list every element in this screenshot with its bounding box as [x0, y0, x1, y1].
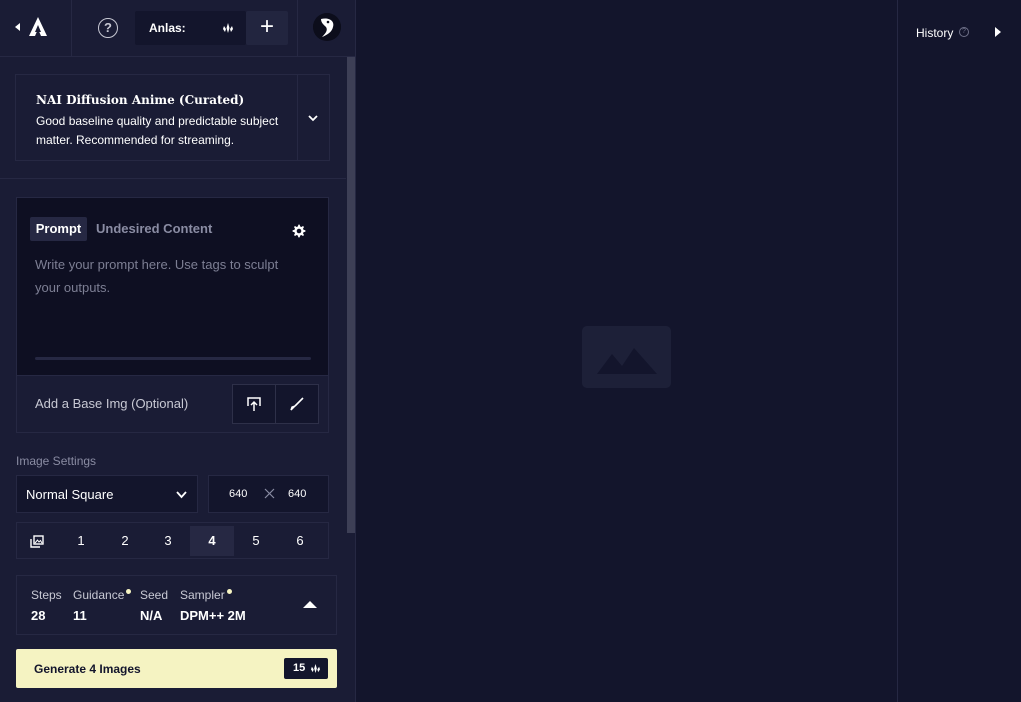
- image-count-selector: 1 2 3 4 5 6: [16, 522, 329, 559]
- count-option-2[interactable]: 2: [103, 526, 147, 556]
- upload-base-image-button[interactable]: [233, 385, 276, 423]
- size-preset-select[interactable]: Normal Square: [16, 475, 198, 513]
- anlas-gem-icon: [311, 664, 320, 673]
- prompt-underline: [35, 357, 311, 360]
- divider: [297, 75, 298, 160]
- history-panel: History ?: [897, 0, 1021, 702]
- guidance-label: Guidance: [73, 588, 125, 602]
- model-description: Good baseline quality and predictable su…: [36, 114, 279, 147]
- image-placeholder-icon: [582, 326, 671, 388]
- chevron-down-icon: [176, 491, 187, 499]
- help-icon[interactable]: ?: [98, 18, 118, 38]
- count-option-4[interactable]: 4: [190, 526, 234, 556]
- avatar[interactable]: [313, 13, 341, 41]
- tab-undesired-content[interactable]: Undesired Content: [96, 221, 212, 236]
- generate-cost-badge: 15: [284, 658, 328, 679]
- caret-up-icon[interactable]: [303, 601, 317, 608]
- anlas-display: Anlas:: [135, 11, 246, 45]
- prompt-input[interactable]: Write your prompt here. Use tags to scul…: [35, 253, 305, 353]
- model-name: NAI Diffusion Anime (Curated): [36, 93, 245, 107]
- sampler-label: Sampler: [180, 588, 225, 602]
- guidance-param: Guidance 11: [73, 588, 132, 623]
- steps-value: 28: [31, 608, 46, 623]
- guidance-value: 11: [73, 608, 87, 623]
- top-bar: ? Anlas: +: [0, 0, 355, 57]
- count-option-1[interactable]: 1: [59, 526, 103, 556]
- base-image-buttons: [232, 384, 319, 424]
- count-option-5[interactable]: 5: [234, 526, 278, 556]
- account-menu[interactable]: [297, 0, 355, 56]
- count-option-6[interactable]: 6: [278, 526, 322, 556]
- back-arrow-icon: [15, 23, 20, 31]
- base-image-label: Add a Base Img (Optional): [35, 396, 189, 411]
- sampler-param: Sampler DPM++ 2M: [180, 588, 246, 623]
- left-panel: ? Anlas: + NAI Diffusion Anime (Curated)…: [0, 0, 356, 702]
- image-settings-label: Image Settings: [16, 454, 97, 468]
- generate-label: Generate 4 Images: [34, 662, 141, 676]
- width-input[interactable]: 640: [229, 488, 247, 500]
- modified-dot: [126, 589, 132, 594]
- paint-new-image-button[interactable]: [276, 385, 319, 423]
- sampler-value: DPM++ 2M: [180, 608, 246, 623]
- novelai-logo-icon: [29, 17, 47, 36]
- divider: [0, 178, 346, 179]
- dimensions-input: 640 640: [208, 475, 329, 513]
- back-home-button[interactable]: [0, 0, 72, 56]
- model-selector[interactable]: NAI Diffusion Anime (Curated) Good basel…: [15, 74, 330, 161]
- gear-icon[interactable]: [291, 223, 307, 239]
- help-icon[interactable]: ?: [959, 27, 969, 37]
- image-canvas: [356, 0, 897, 702]
- chevron-down-icon[interactable]: [308, 113, 318, 123]
- modified-dot: [226, 589, 232, 594]
- anlas-label: Anlas:: [149, 21, 186, 35]
- history-label: History: [916, 26, 954, 40]
- size-preset-value: Normal Square: [26, 487, 114, 502]
- buy-anlas-button[interactable]: +: [246, 11, 288, 45]
- generation-params[interactable]: Steps 28 Guidance 11 Seed N/A Sampler DP…: [16, 575, 337, 635]
- caret-right-icon[interactable]: [995, 27, 1001, 37]
- seed-label: Seed: [140, 588, 169, 602]
- anlas-gem-icon: [223, 23, 233, 33]
- times-icon: [264, 488, 275, 499]
- count-option-3[interactable]: 3: [146, 526, 190, 556]
- height-input[interactable]: 640: [288, 488, 306, 500]
- steps-param: Steps 28: [31, 588, 62, 623]
- images-stack-icon: [30, 535, 44, 548]
- paint-brush-icon: [290, 397, 304, 411]
- upload-icon: [247, 397, 261, 411]
- scrollbar-thumb[interactable]: [347, 57, 355, 533]
- prompt-panel: Prompt Undesired Content Write your prom…: [16, 197, 329, 433]
- seed-param: Seed N/A: [140, 588, 168, 623]
- base-image-row: Add a Base Img (Optional): [17, 375, 328, 432]
- generate-button[interactable]: Generate 4 Images 15: [16, 649, 337, 688]
- tab-prompt[interactable]: Prompt: [30, 217, 87, 241]
- generate-cost: 15: [293, 662, 306, 674]
- seed-value: N/A: [140, 608, 163, 623]
- steps-label: Steps: [31, 588, 62, 602]
